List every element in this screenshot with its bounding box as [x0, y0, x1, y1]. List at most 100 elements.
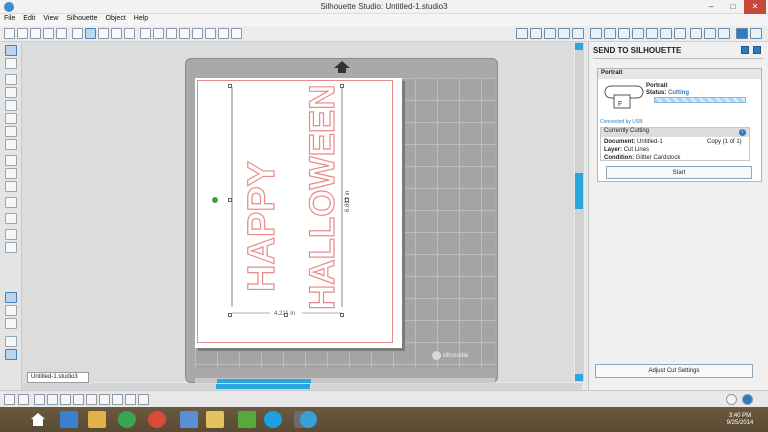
info-icon[interactable]: i [739, 129, 746, 136]
resize-handle-tl[interactable] [228, 84, 232, 88]
freehand-tool-icon[interactable] [5, 155, 17, 166]
menu-silhouette[interactable]: Silhouette [62, 14, 101, 22]
menu-object[interactable]: Object [102, 14, 130, 22]
weld-icon[interactable] [60, 394, 71, 405]
make-compound-icon[interactable] [34, 394, 45, 405]
pencil-tool-icon[interactable] [5, 197, 17, 208]
send-back-icon[interactable] [125, 394, 136, 405]
save-icon[interactable] [30, 28, 41, 39]
ungroup-icon[interactable] [18, 394, 29, 405]
menu-file[interactable]: File [0, 14, 19, 22]
edit-points-icon[interactable] [5, 58, 17, 69]
print-icon[interactable] [72, 28, 83, 39]
line-tool-icon[interactable] [5, 74, 17, 85]
save-as-icon[interactable] [43, 28, 54, 39]
arc-tool-icon[interactable] [5, 113, 17, 124]
fit-icon[interactable] [231, 28, 242, 39]
bring-front-icon[interactable] [112, 394, 123, 405]
resize-handle-right[interactable] [345, 198, 349, 202]
document-tab[interactable]: Untitled-1.studio3 [27, 372, 89, 383]
offset-bottom-icon[interactable] [73, 394, 84, 405]
line-color-icon[interactable] [558, 28, 570, 39]
copy-icon[interactable] [98, 28, 109, 39]
vertical-scroll-thumb[interactable] [575, 173, 583, 209]
menu-help[interactable]: Help [130, 14, 152, 22]
pan-icon[interactable] [218, 28, 229, 39]
fill-color-icon[interactable] [544, 28, 556, 39]
modify-icon[interactable] [618, 28, 630, 39]
new-icon[interactable] [4, 28, 15, 39]
windows-start-icon[interactable] [30, 412, 46, 427]
resize-handle-left[interactable] [228, 198, 232, 202]
align-icon[interactable] [590, 28, 602, 39]
scroll-down-arrow-icon[interactable] [575, 374, 583, 381]
replicate-icon[interactable] [604, 28, 616, 39]
layers-icon[interactable] [5, 336, 17, 347]
redo-icon[interactable] [153, 28, 164, 39]
open-icon[interactable] [17, 28, 28, 39]
grid-settings-icon[interactable] [530, 28, 542, 39]
chrome-icon[interactable] [118, 411, 136, 428]
zoom-out-icon[interactable] [192, 28, 203, 39]
rotate-handle[interactable] [212, 197, 218, 203]
knife-tool-icon[interactable] [5, 242, 17, 253]
transform-icon[interactable] [674, 28, 686, 39]
duplicate-icon[interactable] [99, 394, 110, 405]
offset-icon[interactable] [632, 28, 644, 39]
file-explorer-icon[interactable] [88, 411, 106, 428]
polygon-tool-icon[interactable] [5, 87, 17, 98]
library-icon[interactable] [56, 28, 67, 39]
group-icon[interactable] [4, 394, 15, 405]
menu-view[interactable]: View [39, 14, 62, 22]
design-canvas[interactable]: HAPPY HALLOWEEN 6.889 in 4.211 in [222, 82, 362, 322]
cut-area-icon[interactable] [5, 349, 17, 360]
panel-close-icon[interactable] [753, 46, 761, 54]
halloween-text[interactable]: HALLOWEEN [302, 84, 342, 311]
zoom-in-icon[interactable] [179, 28, 190, 39]
close-button[interactable]: ✕ [744, 0, 766, 14]
ellipse-tool-icon[interactable] [5, 139, 17, 150]
text-style-icon[interactable] [660, 28, 672, 39]
polygon-draw-icon[interactable] [5, 181, 17, 192]
zoom-page-icon[interactable] [205, 28, 216, 39]
resize-handle-bl[interactable] [228, 313, 232, 317]
resize-handle-br[interactable] [340, 313, 344, 317]
scroll-up-arrow-icon[interactable] [575, 43, 583, 50]
line-style-icon[interactable] [572, 28, 584, 39]
cut-settings-icon[interactable] [690, 28, 702, 39]
release-compound-icon[interactable] [47, 394, 58, 405]
send-to-cutter-icon[interactable] [85, 28, 96, 39]
smooth-freehand-icon[interactable] [5, 168, 17, 179]
folder-icon[interactable] [206, 411, 224, 428]
rectangle-tool-icon[interactable] [5, 126, 17, 137]
show-design-area-icon[interactable] [5, 292, 17, 303]
delete-icon[interactable] [86, 394, 97, 405]
internet-explorer-icon[interactable] [60, 411, 78, 428]
utorrent-icon[interactable] [238, 411, 256, 428]
curve-tool-icon[interactable] [5, 100, 17, 111]
panel-pin-icon[interactable] [741, 46, 749, 54]
design-store-icon[interactable] [750, 28, 762, 39]
happy-text[interactable]: HAPPY [240, 160, 283, 292]
horizontal-scroll-thumb[interactable] [216, 384, 310, 389]
paste-icon[interactable] [111, 28, 122, 39]
send-to-silhouette-icon[interactable] [736, 28, 748, 39]
select-zoom-icon[interactable] [166, 28, 177, 39]
menu-edit[interactable]: Edit [19, 14, 39, 22]
show-library-icon[interactable] [5, 305, 17, 316]
maximize-button[interactable]: □ [722, 0, 744, 14]
show-online-store-icon[interactable] [5, 318, 17, 329]
mirror-icon[interactable] [138, 394, 149, 405]
calculator-icon[interactable] [180, 411, 198, 428]
resize-handle-bottom[interactable] [284, 313, 288, 317]
page-settings-icon[interactable] [516, 28, 528, 39]
store-icon[interactable] [718, 28, 730, 39]
skype-icon[interactable] [264, 411, 282, 428]
cut-icon[interactable] [124, 28, 135, 39]
trace-icon[interactable] [646, 28, 658, 39]
silhouette-taskbar-icon[interactable] [300, 411, 317, 428]
undo-icon[interactable] [140, 28, 151, 39]
resize-handle-tr[interactable] [340, 84, 344, 88]
send-icon[interactable] [704, 28, 716, 39]
adjust-cut-settings-button[interactable]: Adjust Cut Settings [595, 364, 753, 378]
